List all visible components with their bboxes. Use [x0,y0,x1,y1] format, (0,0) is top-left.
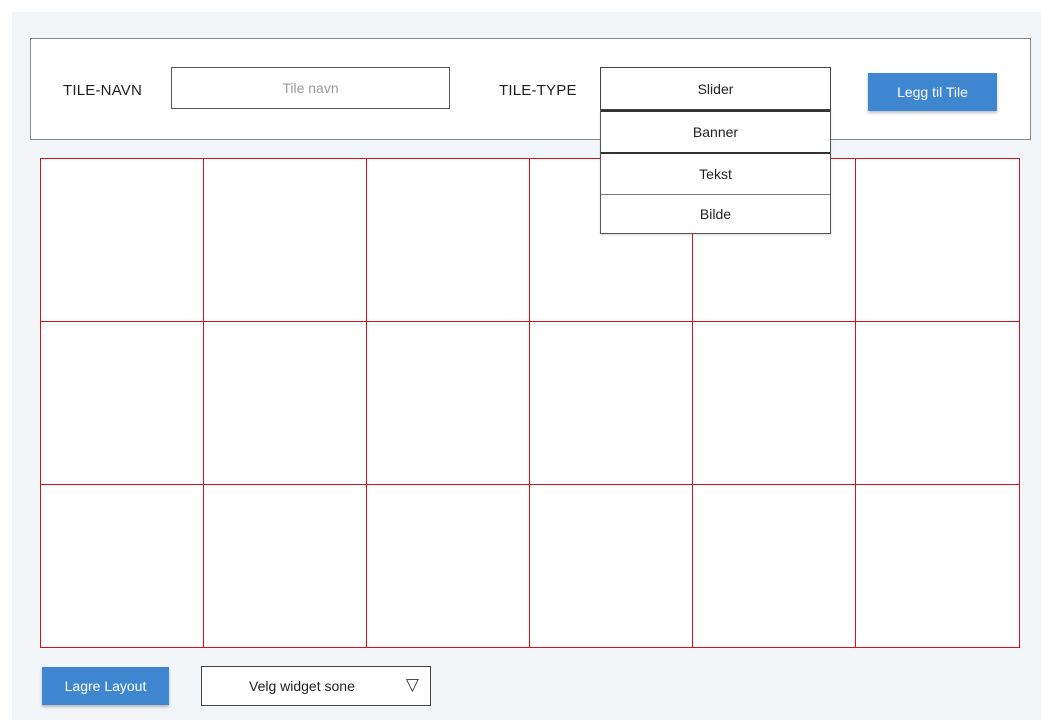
tile-type-label: TILE-TYPE [499,82,577,99]
grid-cell-r3-c6[interactable] [855,484,1020,649]
grid-cell-r3-c3[interactable] [365,484,530,649]
grid-cell-r2-c1[interactable] [39,320,204,486]
add-tile-button[interactable]: Legg til Tile [868,73,997,111]
tile-type-option-banner[interactable]: Banner [601,110,830,152]
grid-cell-r1-c6[interactable] [855,157,1020,322]
widget-zone-select[interactable]: Velg widget sone ▽ [201,666,431,706]
tile-type-dropdown: Banner Tekst Bilde [600,110,831,234]
widget-zone-label: Velg widget sone [249,678,355,694]
grid-cell-r3-c5[interactable] [692,484,857,649]
grid-cell-r3-c1[interactable] [39,484,204,649]
grid-cell-r1-c1[interactable] [39,157,204,322]
grid-cell-r2-c6[interactable] [855,320,1020,486]
tile-type-selected-value: Slider [697,80,734,97]
grid-cell-r1-c3[interactable] [365,157,530,322]
grid-cell-r1-c2[interactable] [202,157,367,322]
layout-grid [39,157,1020,649]
tile-type-option-tekst[interactable]: Tekst [601,152,830,194]
tile-type-select[interactable]: Slider [600,67,831,110]
triangle-down-icon: ▽ [405,675,419,694]
tile-name-input[interactable] [171,67,450,109]
grid-cell-r2-c3[interactable] [365,320,530,486]
tile-type-option-bilde[interactable]: Bilde [601,194,830,233]
save-layout-button[interactable]: Lagre Layout [42,667,169,705]
grid-cell-r2-c4[interactable] [529,320,694,486]
grid-cell-r2-c2[interactable] [202,320,367,486]
grid-cell-r2-c5[interactable] [692,320,857,486]
tile-name-label: TILE-NAVN [63,82,143,99]
grid-cell-r3-c4[interactable] [529,484,694,649]
grid-cell-r3-c2[interactable] [202,484,367,649]
